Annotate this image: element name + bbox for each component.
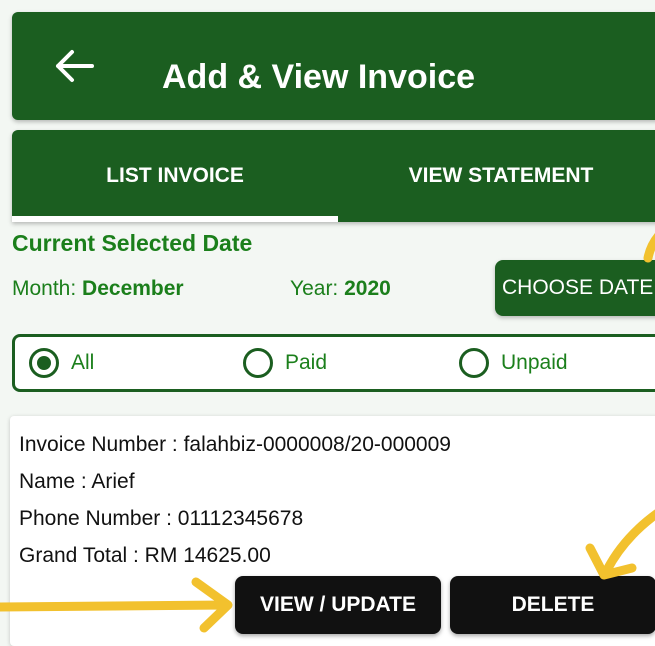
tab-list-invoice[interactable]: LIST INVOICE (12, 130, 338, 222)
month-label: Month: (12, 277, 77, 300)
customer-name-row: Name : Arief (19, 470, 135, 494)
year-display: Year: 2020 (290, 277, 391, 301)
choose-date-button[interactable]: CHOOSE DATE (495, 260, 655, 316)
tab-view-statement[interactable]: VIEW STATEMENT (338, 130, 655, 222)
radio-all[interactable]: All (29, 337, 94, 389)
grand-total-label: Grand Total : RM (19, 544, 178, 567)
invoice-number-value: falahbiz-0000008/20-000009 (183, 433, 451, 456)
year-value: 2020 (344, 277, 391, 300)
month-value: December (82, 277, 184, 300)
invoice-number-row: Invoice Number : falahbiz-0000008/20-000… (19, 433, 451, 457)
annotation-arrow-icon (643, 233, 655, 263)
radio-paid[interactable]: Paid (243, 337, 327, 389)
month-display: Month: December (12, 277, 184, 301)
arrow-left-icon[interactable] (52, 46, 96, 86)
radio-unpaid[interactable]: Unpaid (459, 337, 568, 389)
radio-unpaid-label: Unpaid (501, 351, 568, 374)
view-update-button[interactable]: VIEW / UPDATE (235, 576, 441, 634)
phone-number-value: 01112345678 (177, 507, 304, 530)
grand-total-value: 14625.00 (183, 544, 271, 567)
radio-unchecked-icon (243, 348, 273, 378)
app-bar: Add & View Invoice (12, 12, 655, 120)
invoice-card: Invoice Number : falahbiz-0000008/20-000… (10, 416, 655, 646)
delete-button[interactable]: DELETE (450, 576, 655, 634)
radio-paid-label: Paid (285, 351, 328, 374)
customer-name-value: Arief (91, 470, 135, 493)
radio-checked-icon (29, 348, 59, 378)
status-filter: All Paid Unpaid (12, 334, 655, 392)
radio-all-label: All (71, 351, 95, 374)
page-title: Add & View Invoice (162, 58, 476, 96)
phone-number-label: Phone Number : (19, 507, 172, 530)
customer-name-label: Name : (19, 470, 87, 493)
grand-total-row: Grand Total : RM 14625.00 (19, 544, 271, 568)
phone-number-row: Phone Number : 01112345678 (19, 507, 303, 531)
radio-unchecked-icon (459, 348, 489, 378)
tab-bar: LIST INVOICE VIEW STATEMENT (12, 130, 655, 222)
tab-indicator (12, 216, 338, 222)
invoice-number-label: Invoice Number : (19, 433, 178, 456)
year-label: Year: (290, 277, 339, 300)
current-date-title: Current Selected Date (12, 230, 253, 256)
